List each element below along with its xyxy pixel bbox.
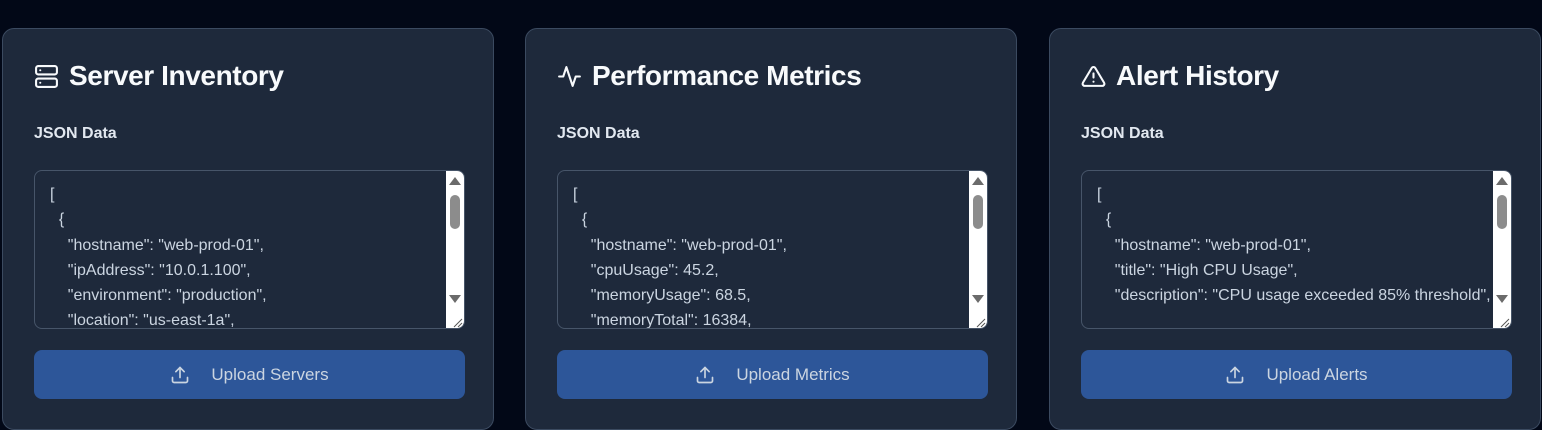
card-title: Alert History <box>1116 60 1279 91</box>
upload-alerts-button[interactable]: Upload Alerts <box>1081 350 1512 399</box>
json-data-textarea[interactable]: [ { "hostname": "web-prod-01", "ipAddres… <box>34 170 465 329</box>
scroll-thumb[interactable] <box>450 195 460 229</box>
json-data-label: JSON Data <box>557 125 640 142</box>
scroll-down-arrow-icon[interactable] <box>449 295 461 303</box>
scroll-thumb[interactable] <box>973 195 983 229</box>
resize-grip-icon[interactable] <box>972 316 986 328</box>
textarea-scrollbar[interactable] <box>446 171 464 328</box>
card-title: Performance Metrics <box>592 60 862 91</box>
scroll-up-arrow-icon[interactable] <box>449 177 461 185</box>
resize-grip-icon[interactable] <box>1496 316 1510 328</box>
card-title: Server Inventory <box>69 60 284 91</box>
upload-icon <box>1227 366 1244 383</box>
upload-metrics-button[interactable]: Upload Metrics <box>557 350 988 399</box>
upload-servers-label: Upload Servers <box>211 364 329 384</box>
resize-grip-icon[interactable] <box>449 316 463 328</box>
upload-icon <box>696 366 714 383</box>
json-data-textarea[interactable]: [ { "hostname": "web-prod-01", "title": … <box>1081 170 1512 329</box>
upload-panels: Server Inventory JSON Data [ { "hostname… <box>0 0 1542 430</box>
card-header: Server Inventory <box>34 59 284 93</box>
server-icon <box>35 64 58 88</box>
activity-icon <box>558 65 581 87</box>
upload-servers-button[interactable]: Upload Servers <box>34 350 465 399</box>
card-header: Alert History <box>1081 59 1279 93</box>
performance-metrics-card: Performance Metrics JSON Data [ { "hostn… <box>525 28 1017 430</box>
upload-metrics-label: Upload Metrics <box>736 364 850 384</box>
scroll-down-arrow-icon[interactable] <box>1496 295 1508 303</box>
card-header: Performance Metrics <box>557 59 862 93</box>
scroll-down-arrow-icon[interactable] <box>972 295 984 303</box>
alert-history-card: Alert History JSON Data [ { "hostname": … <box>1049 28 1541 430</box>
textarea-scrollbar[interactable] <box>969 171 987 328</box>
alert-triangle-icon <box>1081 65 1106 87</box>
json-data-content[interactable]: [ { "hostname": "web-prod-01", "title": … <box>1097 182 1492 308</box>
upload-icon <box>172 366 189 383</box>
json-data-label: JSON Data <box>1081 125 1164 142</box>
upload-alerts-label: Upload Alerts <box>1266 364 1368 384</box>
scroll-up-arrow-icon[interactable] <box>1496 177 1508 185</box>
json-data-content[interactable]: [ { "hostname": "web-prod-01", "ipAddres… <box>50 182 445 328</box>
scroll-up-arrow-icon[interactable] <box>972 177 984 185</box>
scroll-thumb[interactable] <box>1497 195 1507 229</box>
textarea-scrollbar[interactable] <box>1493 171 1511 328</box>
json-data-content[interactable]: [ { "hostname": "web-prod-01", "cpuUsage… <box>573 182 968 328</box>
server-inventory-card: Server Inventory JSON Data [ { "hostname… <box>2 28 494 430</box>
json-data-label: JSON Data <box>34 125 117 142</box>
json-data-textarea[interactable]: [ { "hostname": "web-prod-01", "cpuUsage… <box>557 170 988 329</box>
